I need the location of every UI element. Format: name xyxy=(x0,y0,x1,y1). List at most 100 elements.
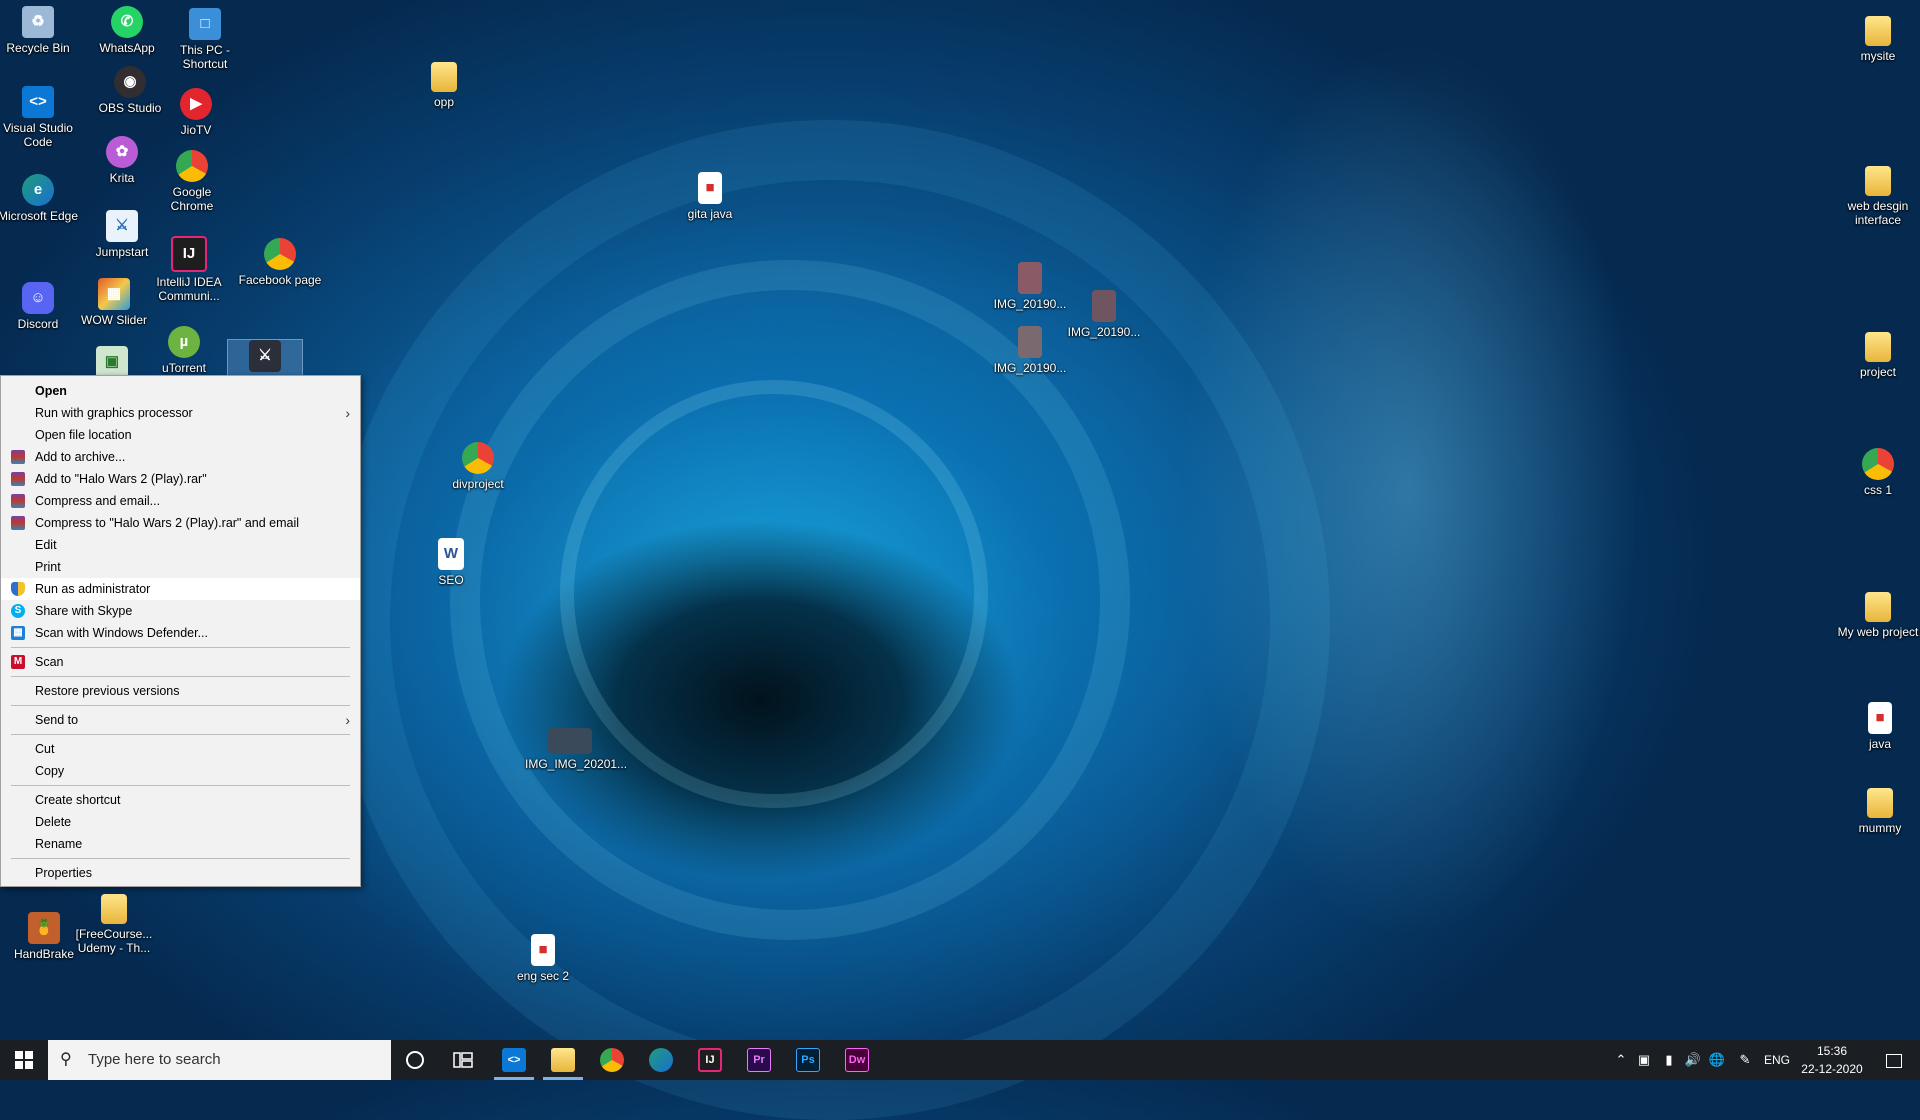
desktop-icon-eng-sec-2[interactable]: ■ eng sec 2 xyxy=(501,934,585,983)
desktop-icon-utorrent[interactable]: µ uTorrent xyxy=(142,326,226,375)
menu-separator xyxy=(11,647,350,648)
pdf-icon: ■ xyxy=(531,934,555,966)
menu-item-print[interactable]: Print xyxy=(1,556,360,578)
desktop-icon-whatsapp[interactable]: ✆ WhatsApp xyxy=(85,6,169,55)
menu-item-create-shortcut[interactable]: Create shortcut xyxy=(1,789,360,811)
desktop-icon-wowslider[interactable]: ▦ WOW Slider xyxy=(72,278,156,327)
folder-icon xyxy=(1865,166,1891,196)
krita-icon: ✿ xyxy=(106,136,138,168)
desktop-icon-edge[interactable]: e Microsoft Edge xyxy=(0,174,80,223)
desktop-icon-vscode[interactable]: <> Visual Studio Code xyxy=(0,86,80,149)
menu-item-properties[interactable]: Properties xyxy=(1,862,360,884)
desktop-icon-project[interactable]: project xyxy=(1836,332,1920,379)
folder-icon xyxy=(431,62,457,92)
notifications-button[interactable] xyxy=(1872,1040,1916,1080)
desktop-icon-mummy[interactable]: mummy xyxy=(1838,788,1920,835)
start-button[interactable] xyxy=(0,1040,48,1080)
desktop-icon-img-1[interactable]: IMG_20190... xyxy=(988,262,1072,311)
chrome-icon xyxy=(462,442,494,474)
wallpaper-glow xyxy=(1180,40,1640,940)
cortana-button[interactable] xyxy=(391,1040,439,1080)
desktop-icon-web-desgin-interface[interactable]: web desgin interface xyxy=(1836,166,1920,227)
desktop-icon-recycle-bin[interactable]: ♻ Recycle Bin xyxy=(0,6,80,55)
context-menu: Open Run with graphics processor › Open f… xyxy=(0,375,361,887)
chrome-icon xyxy=(264,238,296,270)
menu-item-run-as-administrator[interactable]: Run as administrator xyxy=(1,578,360,600)
menu-item-delete[interactable]: Delete xyxy=(1,811,360,833)
menu-item-run-with-graphics-processor[interactable]: Run with graphics processor › xyxy=(1,402,360,424)
menu-item-edit[interactable]: Edit xyxy=(1,534,360,556)
desktop-icon-freecourse[interactable]: [FreeCourse... Udemy - Th... xyxy=(72,894,156,955)
menu-separator xyxy=(11,858,350,859)
clock[interactable]: 15:36 22-12-2020 xyxy=(1794,1042,1870,1078)
taskbar-app-file-explorer[interactable] xyxy=(539,1040,587,1080)
taskbar-app-dreamweaver[interactable]: Dw xyxy=(833,1040,881,1080)
menu-item-compress-to-rar-and-email[interactable]: Compress to "Halo Wars 2 (Play).rar" and… xyxy=(1,512,360,534)
desktop-icon-java[interactable]: ■ java xyxy=(1838,702,1920,751)
menu-item-add-to-archive[interactable]: Add to archive... xyxy=(1,446,360,468)
utorrent-icon: µ xyxy=(168,326,200,358)
menu-item-open-file-location[interactable]: Open file location xyxy=(1,424,360,446)
chevron-right-icon: › xyxy=(345,712,350,728)
desktop-icon-opp[interactable]: opp xyxy=(402,62,486,109)
taskbar-app-intellij[interactable]: IJ xyxy=(686,1040,734,1080)
this-pc-icon: □ xyxy=(189,8,221,40)
pen-workspace-icon[interactable]: ✎ xyxy=(1734,1040,1756,1080)
wallpaper-ring xyxy=(330,120,1330,1120)
taskbar-search-box[interactable]: ⚲ Type here to search xyxy=(48,1040,391,1080)
desktop-icon-divproject[interactable]: divproject xyxy=(436,442,520,491)
taskbar-app-photoshop[interactable]: Ps xyxy=(784,1040,832,1080)
desktop-icon-css-1[interactable]: css 1 xyxy=(1836,448,1920,497)
menu-item-share-with-skype[interactable]: S Share with Skype xyxy=(1,600,360,622)
desktop-icon-img-2[interactable]: IMG_20190... xyxy=(1062,290,1146,339)
show-hidden-icons-button[interactable]: ⌃ xyxy=(1612,1040,1630,1080)
whatsapp-icon: ✆ xyxy=(111,6,143,38)
language-indicator[interactable]: ENG xyxy=(1760,1040,1794,1080)
desktop-icon-this-pc[interactable]: □ This PC - Shortcut xyxy=(163,8,247,71)
desktop-icon-jiotv[interactable]: ▶ JioTV xyxy=(154,88,238,137)
desktop-icon-gita-java[interactable]: ■ gita java xyxy=(668,172,752,221)
tray-device-icon[interactable]: ▣ xyxy=(1634,1040,1654,1080)
jiotv-icon: ▶ xyxy=(180,88,212,120)
desktop-icon-facebook-page[interactable]: Facebook page xyxy=(238,238,322,287)
premiere-icon: Pr xyxy=(747,1048,771,1072)
menu-item-compress-and-email[interactable]: Compress and email... xyxy=(1,490,360,512)
task-view-button[interactable] xyxy=(439,1040,487,1080)
taskbar-app-edge[interactable] xyxy=(637,1040,685,1080)
wowslider-icon: ▦ xyxy=(98,278,130,310)
menu-item-cut[interactable]: Cut xyxy=(1,738,360,760)
volume-icon[interactable]: 🔊 xyxy=(1682,1040,1704,1080)
taskbar-app-vscode[interactable]: <> xyxy=(490,1040,538,1080)
app-icon: ▣ xyxy=(96,346,128,378)
desktop-icon-img-img[interactable]: IMG_IMG_20201... xyxy=(525,728,627,771)
desktop-icon-chrome[interactable]: Google Chrome xyxy=(150,150,234,213)
taskbar-app-chrome[interactable] xyxy=(588,1040,636,1080)
desktop-icon-intellij[interactable]: IJ IntelliJ IDEA Communi... xyxy=(147,236,231,303)
image-icon xyxy=(548,728,592,754)
photoshop-icon: Ps xyxy=(796,1048,820,1072)
menu-item-restore-previous-versions[interactable]: Restore previous versions xyxy=(1,680,360,702)
defender-icon: ▦ xyxy=(11,626,25,640)
menu-item-open[interactable]: Open xyxy=(1,380,360,402)
pdf-icon: ■ xyxy=(1868,702,1892,734)
desktop-icon-discord[interactable]: ☺ Discord xyxy=(0,282,80,331)
desktop-icon-my-web-project[interactable]: My web project xyxy=(1836,592,1920,639)
desktop-icon-seo[interactable]: W SEO xyxy=(409,538,493,587)
desktop-icon-selected-halo-wars[interactable]: ⚔ xyxy=(227,339,303,377)
desktop-icon-img-3[interactable]: IMG_20190... xyxy=(988,326,1072,375)
menu-item-add-to-rar[interactable]: Add to "Halo Wars 2 (Play).rar" xyxy=(1,468,360,490)
menu-item-scan[interactable]: M Scan xyxy=(1,651,360,673)
task-view-icon xyxy=(453,1052,473,1068)
game-shortcut-icon: ⚔ xyxy=(249,340,281,372)
menu-item-copy[interactable]: Copy xyxy=(1,760,360,782)
handbrake-icon: 🍍 xyxy=(28,912,60,944)
desktop-icon-mysite[interactable]: mysite xyxy=(1836,16,1920,63)
search-icon: ⚲ xyxy=(60,1051,72,1068)
taskbar-app-premiere[interactable]: Pr xyxy=(735,1040,783,1080)
menu-item-send-to[interactable]: Send to › xyxy=(1,709,360,731)
menu-item-scan-with-windows-defender[interactable]: ▦ Scan with Windows Defender... xyxy=(1,622,360,644)
battery-icon[interactable]: ▮ xyxy=(1658,1040,1680,1080)
network-globe-icon[interactable]: 🌐 xyxy=(1706,1040,1728,1080)
menu-item-rename[interactable]: Rename xyxy=(1,833,360,855)
menu-separator xyxy=(11,785,350,786)
